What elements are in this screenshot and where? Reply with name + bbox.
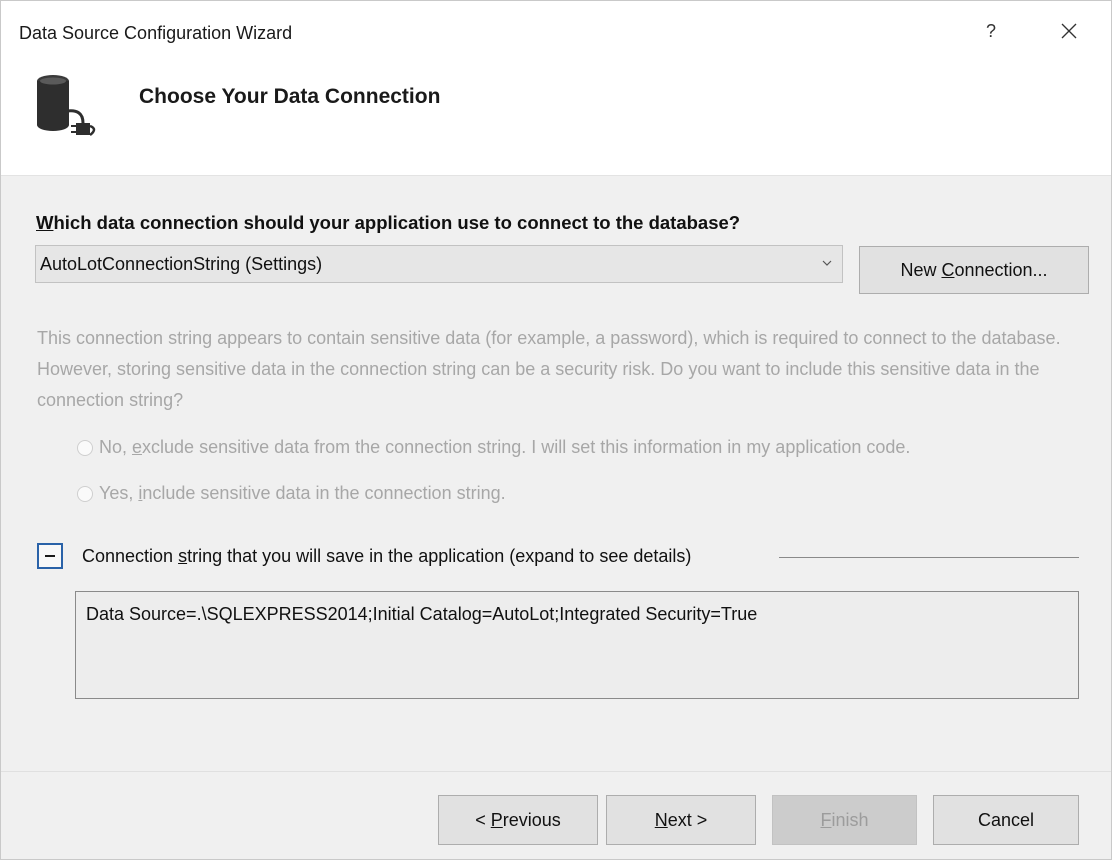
radio-circle: [77, 485, 93, 502]
label-text: xclude sensitive data from the connectio…: [142, 437, 911, 457]
button-text: <: [475, 810, 491, 830]
sensitive-data-notice: This connection string appears to contai…: [37, 328, 1061, 410]
collapse-minus-icon[interactable]: [37, 543, 63, 569]
connection-question-label: Which data connection should your applic…: [36, 212, 740, 234]
help-button[interactable]: ?: [979, 17, 1003, 45]
window-title: Data Source Configuration Wizard: [19, 23, 293, 43]
label-text: tring that you will save in the applicat…: [187, 546, 692, 566]
radio-circle: [77, 439, 93, 456]
accelerator-key: W: [36, 212, 54, 233]
accelerator-key: P: [490, 810, 503, 830]
connection-string-textbox[interactable]: Data Source=.\SQLEXPRESS2014;Initial Cat…: [75, 591, 1079, 699]
accelerator-key: N: [654, 810, 668, 830]
connection-string-value: Data Source=.\SQLEXPRESS2014;Initial Cat…: [86, 604, 758, 624]
button-text: ext >: [667, 810, 708, 830]
chevron-down-icon: [820, 256, 834, 270]
button-text: New: [900, 260, 942, 280]
include-sensitive-radio[interactable]: Yes, include sensitive data in the conne…: [77, 483, 506, 504]
label-text: nclude sensitive data in the connection …: [142, 483, 506, 503]
wizard-window: Data Source Configuration Wizard ? Choos…: [0, 0, 1112, 860]
cancel-button[interactable]: Cancel: [933, 795, 1079, 845]
connection-select[interactable]: AutoLotConnectionString (Settings): [35, 245, 843, 283]
button-text: onnection...: [954, 260, 1048, 280]
database-connection-icon: [33, 71, 115, 143]
button-text: revious: [502, 810, 561, 830]
accelerator-key: C: [941, 260, 955, 280]
radio-label: Yes, include sensitive data in the conne…: [99, 483, 506, 504]
wizard-header: Choose Your Data Connection: [1, 61, 1111, 176]
button-text: inish: [831, 810, 869, 830]
accelerator-key: s: [178, 546, 188, 566]
accelerator-key: F: [820, 810, 832, 830]
connection-select-value: AutoLotConnectionString (Settings): [40, 254, 323, 274]
connection-string-section-label: Connection string that you will save in …: [82, 546, 691, 567]
radio-label: No, exclude sensitive data from the conn…: [99, 437, 910, 458]
previous-button[interactable]: < Previous: [438, 795, 598, 845]
accelerator-key: e: [132, 437, 143, 457]
label-text: No,: [99, 437, 133, 457]
label-text: Yes,: [99, 483, 139, 503]
exclude-sensitive-radio[interactable]: No, exclude sensitive data from the conn…: [77, 437, 910, 458]
new-connection-button[interactable]: New Connection...: [859, 246, 1089, 294]
next-button[interactable]: Next >: [606, 795, 756, 845]
close-icon[interactable]: [1055, 17, 1083, 45]
finish-button[interactable]: Finish: [772, 795, 917, 845]
title-bar: Data Source Configuration Wizard ?: [1, 1, 1111, 61]
footer-divider: [1, 771, 1111, 772]
label-text: Connection: [82, 546, 179, 566]
question-text: hich data connection should your applica…: [53, 212, 741, 233]
page-title: Choose Your Data Connection: [139, 85, 441, 108]
section-divider: [779, 557, 1079, 558]
